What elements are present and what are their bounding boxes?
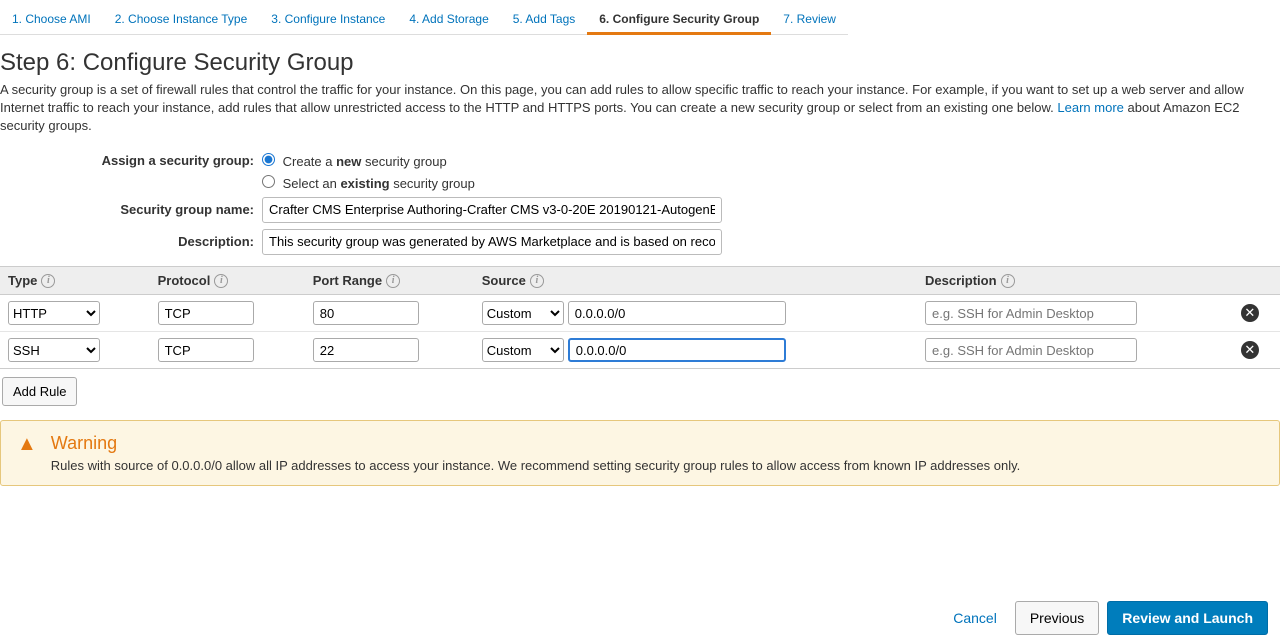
type-select[interactable]: SSH — [8, 338, 100, 362]
step-configure-instance[interactable]: 3. Configure Instance — [259, 6, 397, 35]
page-title: Step 6: Configure Security Group — [0, 35, 1280, 81]
review-and-launch-button[interactable]: Review and Launch — [1107, 601, 1268, 635]
col-protocol: Protocoli — [150, 266, 305, 295]
warning-text: Rules with source of 0.0.0.0/0 allow all… — [51, 458, 1020, 473]
rule-description-input[interactable] — [925, 338, 1137, 362]
port-input[interactable] — [313, 301, 419, 325]
radio-existing-input[interactable] — [262, 175, 275, 188]
info-icon[interactable]: i — [41, 274, 55, 288]
col-type: Typei — [0, 266, 150, 295]
info-icon[interactable]: i — [214, 274, 228, 288]
security-group-name-input[interactable] — [262, 197, 722, 223]
table-row: SSH Custom ✕ — [0, 332, 1280, 369]
sg-name-label: Security group name: — [0, 202, 262, 217]
rule-description-input[interactable] — [925, 301, 1137, 325]
port-input[interactable] — [313, 338, 419, 362]
step-choose-instance-type[interactable]: 2. Choose Instance Type — [103, 6, 260, 35]
step-add-tags[interactable]: 5. Add Tags — [501, 6, 588, 35]
footer: Cancel Previous Review and Launch — [943, 601, 1268, 635]
description-label: Description: — [0, 234, 262, 249]
info-icon[interactable]: i — [1001, 274, 1015, 288]
type-select[interactable]: HTTP — [8, 301, 100, 325]
step-review[interactable]: 7. Review — [771, 6, 848, 35]
previous-button[interactable]: Previous — [1015, 601, 1099, 635]
step-add-storage[interactable]: 4. Add Storage — [397, 6, 500, 35]
warning-icon: ▲ — [17, 433, 37, 456]
step-configure-security-group[interactable]: 6. Configure Security Group — [587, 6, 771, 35]
col-description: Descriptioni — [917, 266, 1233, 295]
info-icon[interactable]: i — [386, 274, 400, 288]
rules-table: Typei Protocoli Port Rangei Sourcei Desc… — [0, 266, 1280, 370]
table-row: HTTP Custom ✕ — [0, 295, 1280, 332]
step-choose-ami[interactable]: 1. Choose AMI — [0, 6, 103, 35]
source-type-select[interactable]: Custom — [482, 338, 564, 362]
radio-select-existing[interactable]: Select an existing security group — [262, 175, 475, 191]
source-ip-input[interactable] — [568, 301, 786, 325]
warning-box: ▲ Warning Rules with source of 0.0.0.0/0… — [0, 420, 1280, 486]
col-source: Sourcei — [474, 266, 917, 295]
radio-create-input[interactable] — [262, 153, 275, 166]
warning-title: Warning — [51, 433, 1020, 454]
protocol-input[interactable] — [158, 301, 254, 325]
col-port-range: Port Rangei — [305, 266, 474, 295]
wizard-steps: 1. Choose AMI 2. Choose Instance Type 3.… — [0, 0, 1280, 35]
description-input[interactable] — [262, 229, 722, 255]
remove-rule-icon[interactable]: ✕ — [1241, 341, 1259, 359]
learn-more-link[interactable]: Learn more — [1057, 100, 1123, 115]
cancel-button[interactable]: Cancel — [943, 602, 1007, 634]
info-icon[interactable]: i — [530, 274, 544, 288]
remove-rule-icon[interactable]: ✕ — [1241, 304, 1259, 322]
assign-label: Assign a security group: — [0, 153, 262, 168]
source-type-select[interactable]: Custom — [482, 301, 564, 325]
protocol-input[interactable] — [158, 338, 254, 362]
source-ip-input[interactable] — [568, 338, 786, 362]
radio-create-new[interactable]: Create a new security group — [262, 153, 447, 169]
page-description: A security group is a set of firewall ru… — [0, 81, 1280, 146]
add-rule-button[interactable]: Add Rule — [2, 377, 77, 406]
